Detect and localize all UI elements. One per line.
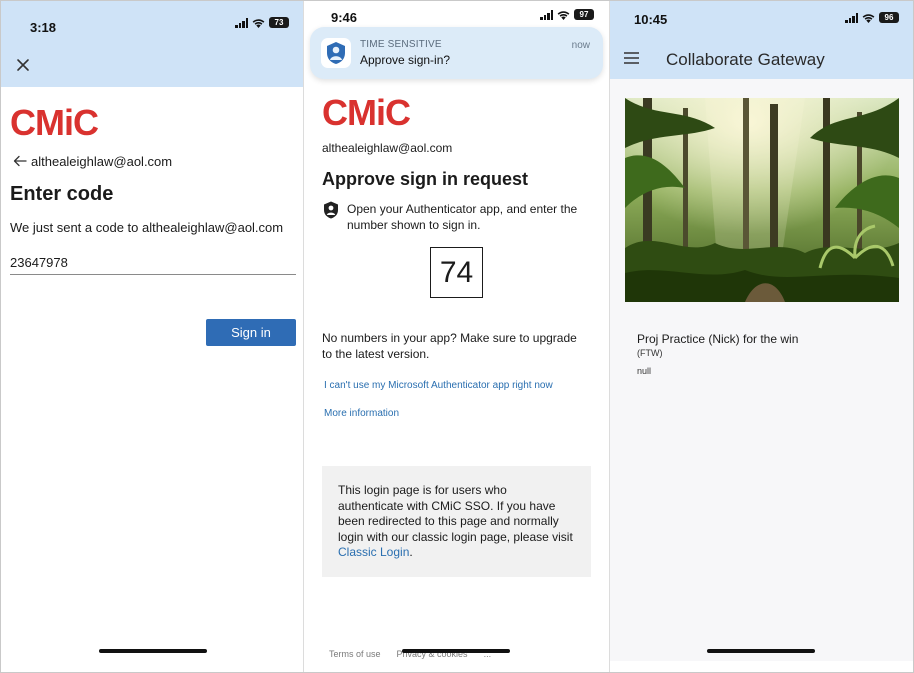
sign-in-number: 74 <box>430 247 483 298</box>
menu-icon[interactable] <box>624 52 639 64</box>
battery-icon: 97 <box>574 9 594 20</box>
project-photo[interactable] <box>625 98 899 302</box>
authenticator-icon <box>324 201 338 219</box>
wifi-icon <box>557 10 570 20</box>
battery-icon: 73 <box>269 17 289 28</box>
enter-code-screen: 3:18 73 CMiC althealeighlaw@aol.com Ente… <box>1 1 303 661</box>
notification-banner[interactable]: TIME SENSITIVE Approve sign-in? now <box>310 27 603 79</box>
home-indicator[interactable] <box>402 649 510 653</box>
sso-info-box: This login page is for users who authent… <box>322 466 591 577</box>
notification-time: now <box>571 40 590 51</box>
status-time: 3:18 <box>30 20 57 35</box>
cant-use-authenticator-link[interactable]: I can't use my Microsoft Authenticator a… <box>324 380 553 391</box>
upgrade-hint: No numbers in your app? Make sure to upg… <box>322 331 577 361</box>
page-title: Enter code <box>10 183 114 205</box>
status-time: 10:45 <box>634 12 668 27</box>
signal-icon <box>235 17 248 28</box>
notification-kind: TIME SENSITIVE <box>360 39 442 50</box>
home-indicator[interactable] <box>99 649 207 653</box>
account-email: althealeighlaw@aol.com <box>322 141 453 155</box>
battery-icon: 96 <box>879 12 899 23</box>
code-description: We just sent a code to althealeighlaw@ao… <box>10 220 284 235</box>
project-card-title[interactable]: Proj Practice (Nick) for the win <box>637 332 798 346</box>
sso-info-end: . <box>409 545 413 560</box>
back-arrow-icon[interactable] <box>13 155 27 167</box>
wifi-icon <box>252 18 265 28</box>
app-title: Collaborate Gateway <box>666 50 825 69</box>
status-bar: 10:45 96 <box>610 1 913 41</box>
close-icon[interactable] <box>15 57 31 73</box>
status-bar: 3:18 73 <box>1 1 303 41</box>
collaborate-gateway-screen: 10:45 96 Collaborate Gateway Proj Practi… <box>610 1 913 661</box>
status-icons: 96 <box>845 12 899 23</box>
classic-login-link[interactable]: Classic Login <box>338 545 409 559</box>
sso-info-text: This login page is for users who authent… <box>338 483 573 544</box>
sign-in-button[interactable]: Sign in <box>206 319 296 346</box>
project-card-subtitle: (FTW) <box>637 348 663 358</box>
authenticator-instruction: Open your Authenticator app, and enter t… <box>347 202 578 232</box>
account-email: althealeighlaw@aol.com <box>31 154 173 169</box>
status-time: 9:46 <box>331 10 358 25</box>
more-information-link[interactable]: More information <box>324 408 399 419</box>
signal-icon <box>845 12 858 23</box>
notification-message: Approve sign-in? <box>360 53 451 67</box>
status-icons: 73 <box>235 17 289 28</box>
wifi-icon <box>862 13 875 23</box>
project-card-extra: null <box>637 366 652 376</box>
status-icons: 97 <box>540 9 594 20</box>
signal-icon <box>540 9 553 20</box>
terms-of-use-link[interactable]: Terms of use <box>329 649 381 659</box>
approve-sign-in-screen: 9:46 97 TIME SENSITIVE Approve sign-in? … <box>304 1 609 661</box>
page-title: Approve sign in request <box>322 169 529 189</box>
cmic-logo: CMiC <box>322 92 411 133</box>
cmic-logo: CMiC <box>10 102 99 143</box>
authenticator-app-icon <box>321 38 351 68</box>
code-input[interactable]: 23647978 <box>10 251 296 275</box>
home-indicator[interactable] <box>707 649 815 653</box>
